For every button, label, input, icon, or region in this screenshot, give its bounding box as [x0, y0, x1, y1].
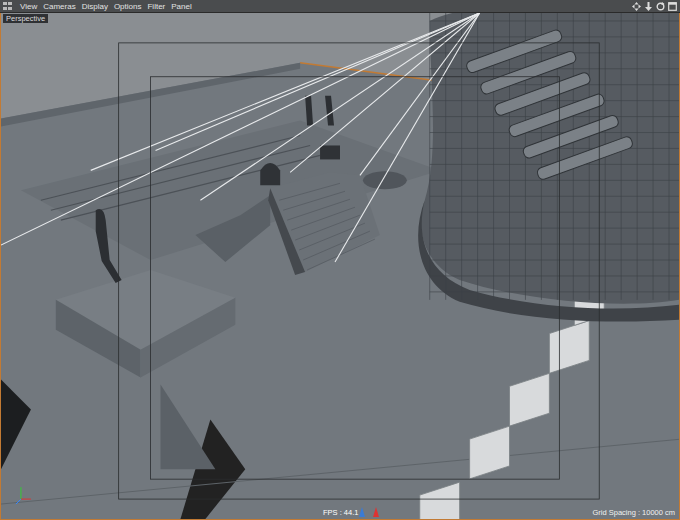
move-icon[interactable] [632, 2, 641, 11]
panel-menu-icon[interactable] [3, 2, 12, 10]
menu-item[interactable]: Options [114, 1, 142, 12]
menu-item[interactable]: Display [82, 1, 108, 12]
menu-item[interactable]: Panel [171, 1, 191, 12]
grid-spacing-readout: Grid Spacing : 10000 cm [592, 508, 675, 517]
scene-render[interactable] [1, 13, 679, 519]
timeline-marker-icon [359, 505, 379, 517]
maximize-icon[interactable] [668, 2, 677, 11]
grid-icon[interactable] [3, 2, 12, 10]
world-axis-icon [16, 487, 31, 504]
menu-item[interactable]: View [20, 1, 37, 12]
camera-label[interactable]: Perspective [3, 14, 48, 23]
navigation-icons [632, 2, 677, 11]
c4d-viewport-window: ViewCamerasDisplayOptionsFilterPanelPers… [0, 0, 680, 520]
menu-bar: View Cameras Display Options Filter Panel [0, 0, 680, 13]
menu-item[interactable]: Cameras [43, 1, 75, 12]
rotate-icon[interactable] [656, 2, 665, 11]
zoom-arrow-icon[interactable] [644, 2, 653, 11]
fps-readout: FPS : 44.1 [323, 508, 358, 517]
menu-item[interactable]: Filter [147, 1, 165, 12]
perspective-viewport[interactable]: Perspective FPS : 44.1 Grid Spacing : 1000… [0, 13, 680, 520]
